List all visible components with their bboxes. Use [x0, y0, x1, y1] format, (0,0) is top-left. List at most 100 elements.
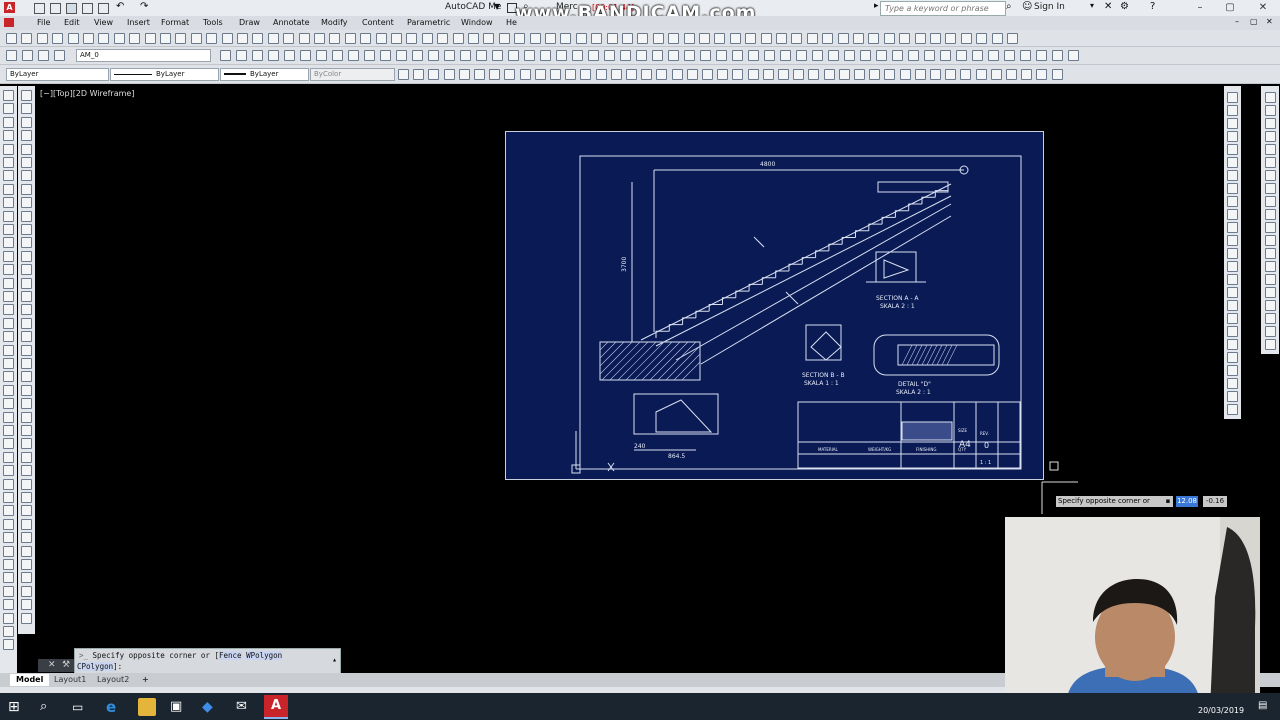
toolbar-tool-icon[interactable]	[892, 50, 903, 61]
toolbar-tool-icon[interactable]	[380, 50, 391, 61]
side-tool-icon[interactable]	[1227, 391, 1238, 402]
side-tool-icon[interactable]	[3, 291, 14, 302]
side-tool-icon[interactable]	[21, 103, 32, 115]
toolbar-tool-icon[interactable]	[656, 69, 668, 80]
toolbar-tool-icon[interactable]	[54, 50, 65, 61]
toolbar-tool-icon[interactable]	[344, 33, 356, 44]
toolbar-tool-icon[interactable]	[332, 50, 343, 61]
side-tool-icon[interactable]	[21, 344, 32, 356]
side-tool-icon[interactable]	[1265, 235, 1276, 246]
side-tool-icon[interactable]	[21, 210, 32, 222]
side-tool-icon[interactable]	[1265, 183, 1276, 194]
undo-icon[interactable]: ↶	[116, 1, 124, 12]
stay-connected-icon[interactable]: ⚙	[1120, 1, 1129, 12]
side-tool-icon[interactable]	[1227, 378, 1238, 389]
side-tool-icon[interactable]	[3, 545, 14, 557]
toolbar-tool-icon[interactable]	[860, 50, 871, 61]
side-tool-icon[interactable]	[3, 465, 14, 477]
toolbar-tool-icon[interactable]	[36, 33, 48, 44]
toolbar-tool-icon[interactable]	[991, 33, 1003, 44]
toolbar-tool-icon[interactable]	[748, 50, 759, 61]
side-tool-icon[interactable]	[3, 250, 14, 262]
autocad-taskbar-icon[interactable]: A	[264, 695, 288, 719]
toolbar-tool-icon[interactable]	[806, 33, 818, 44]
toolbar-tool-icon[interactable]	[560, 33, 572, 44]
toolbar-tool-icon[interactable]	[360, 33, 372, 44]
toolbar-tool-icon[interactable]	[375, 33, 387, 44]
toolbar-tool-icon[interactable]	[437, 33, 449, 44]
toolbar-tool-icon[interactable]	[683, 33, 695, 44]
toolbar-tool-icon[interactable]	[1006, 69, 1017, 80]
side-tool-icon[interactable]	[3, 559, 14, 570]
side-tool-icon[interactable]	[21, 130, 32, 142]
toolbar-tool-icon[interactable]	[580, 69, 592, 80]
toolbar-tool-icon[interactable]	[844, 50, 855, 61]
toolbar-tool-icon[interactable]	[83, 33, 94, 44]
side-tool-icon[interactable]	[21, 90, 32, 101]
side-tool-icon[interactable]	[1227, 352, 1238, 363]
side-tool-icon[interactable]	[1227, 287, 1238, 298]
toolbar-tool-icon[interactable]	[610, 69, 622, 80]
side-tool-icon[interactable]	[1227, 274, 1238, 285]
side-tool-icon[interactable]	[21, 170, 32, 182]
toolbar-tool-icon[interactable]	[762, 69, 774, 80]
toolbar-tool-icon[interactable]	[483, 33, 495, 44]
windows-start-icon[interactable]: ⊞	[8, 698, 26, 716]
toolbar-tool-icon[interactable]	[976, 33, 988, 44]
toolbar-tool-icon[interactable]	[1036, 69, 1048, 80]
toolbar-tool-icon[interactable]	[237, 33, 248, 44]
menu-edit[interactable]: Edit	[64, 18, 80, 27]
side-tool-icon[interactable]	[21, 250, 32, 262]
side-tool-icon[interactable]	[1265, 261, 1276, 272]
toolbar-tool-icon[interactable]	[452, 33, 464, 44]
toolbar-tool-icon[interactable]	[144, 33, 156, 44]
side-tool-icon[interactable]	[21, 599, 32, 611]
side-tool-icon[interactable]	[21, 143, 32, 155]
toolbar-tool-icon[interactable]	[190, 33, 202, 44]
help-icon[interactable]: ?	[1150, 1, 1155, 12]
toolbar-tool-icon[interactable]	[1068, 50, 1079, 61]
toolbar-tool-icon[interactable]	[729, 33, 741, 44]
side-tool-icon[interactable]	[21, 585, 32, 597]
toolbar-tool-icon[interactable]	[267, 33, 279, 44]
toolbar-tool-icon[interactable]	[236, 50, 247, 61]
toolbar-tool-icon[interactable]	[458, 69, 470, 80]
toolbar-tool-icon[interactable]	[52, 33, 64, 44]
toolbar-tool-icon[interactable]	[284, 50, 295, 61]
toolbar-tool-icon[interactable]	[699, 33, 710, 44]
side-tool-icon[interactable]	[1265, 287, 1276, 298]
menu-view[interactable]: View	[94, 18, 113, 27]
mail-icon[interactable]: ✉	[236, 698, 254, 716]
menu-file[interactable]: File	[37, 18, 50, 27]
side-tool-icon[interactable]	[3, 277, 14, 289]
side-tool-icon[interactable]	[3, 451, 14, 463]
search-input[interactable]: Type a keyword or phrase	[880, 1, 1006, 16]
toolbar-tool-icon[interactable]	[700, 50, 711, 61]
toolbar-tool-icon[interactable]	[930, 33, 941, 44]
redo-icon[interactable]: ↷	[140, 1, 148, 12]
doc-close-button[interactable]: ✕	[1266, 17, 1273, 26]
side-tool-icon[interactable]	[21, 545, 32, 557]
toolbar-tool-icon[interactable]	[791, 33, 803, 44]
side-tool-icon[interactable]	[21, 572, 32, 584]
toolbar-tool-icon[interactable]	[671, 69, 683, 80]
toolbar-tool-icon[interactable]	[595, 69, 607, 80]
toolbar-tool-icon[interactable]	[702, 69, 713, 80]
side-tool-icon[interactable]	[21, 438, 32, 450]
toolbar-tool-icon[interactable]	[853, 33, 864, 44]
toolbar-tool-icon[interactable]	[529, 33, 541, 44]
edge-browser-icon[interactable]: e	[106, 698, 124, 716]
chevron-down-icon[interactable]: ▼	[494, 2, 500, 11]
toolbar-tool-icon[interactable]	[945, 33, 957, 44]
toolbar-tool-icon[interactable]	[732, 50, 743, 61]
side-tool-icon[interactable]	[3, 197, 14, 209]
side-tool-icon[interactable]	[1265, 209, 1276, 220]
side-tool-icon[interactable]	[1265, 248, 1276, 259]
toolbar-tool-icon[interactable]	[716, 50, 727, 61]
toolbar-tool-icon[interactable]	[930, 69, 941, 80]
side-tool-icon[interactable]	[21, 612, 32, 624]
toolbar-tool-icon[interactable]	[606, 33, 618, 44]
toolbar-tool-icon[interactable]	[652, 50, 663, 61]
autocad-logo-icon[interactable]: A	[4, 2, 15, 13]
side-tool-icon[interactable]	[1265, 131, 1276, 142]
